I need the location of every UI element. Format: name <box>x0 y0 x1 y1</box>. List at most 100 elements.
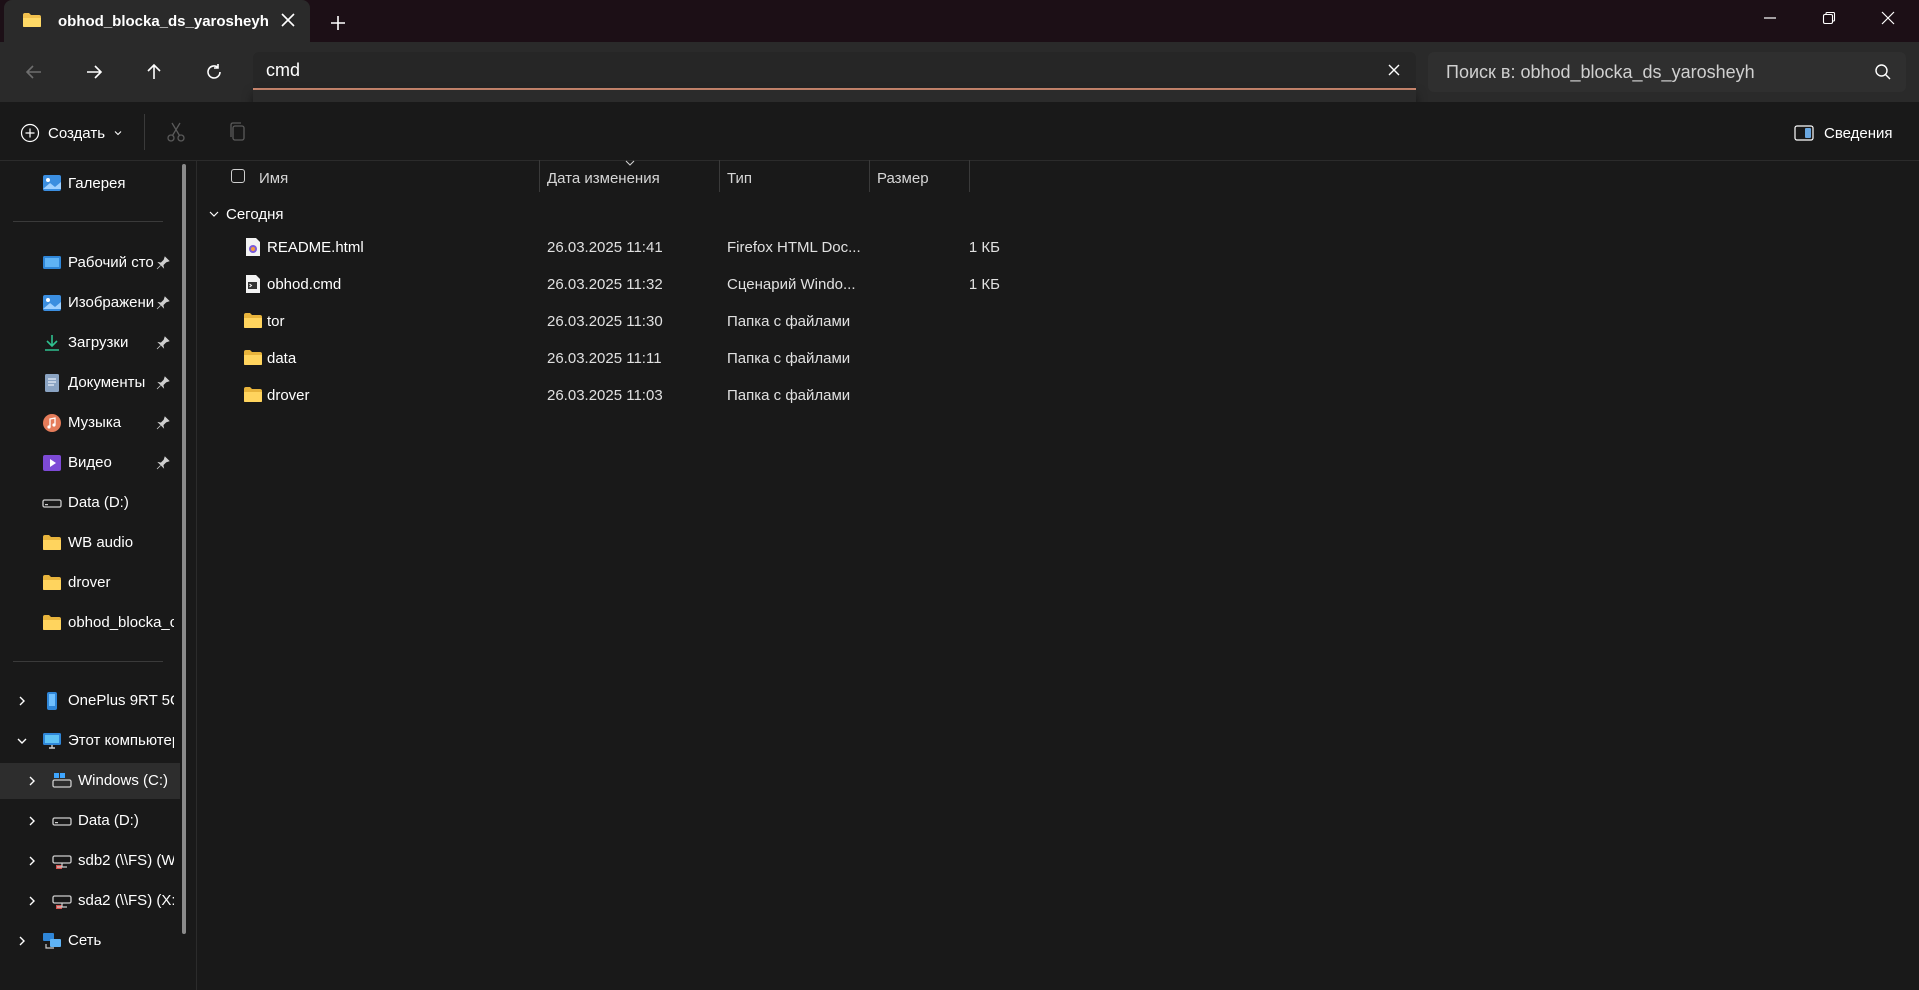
restore-icon <box>1822 11 1836 25</box>
sidebar-item[interactable]: Документы <box>0 365 180 401</box>
column-header-type[interactable]: Тип <box>727 165 752 191</box>
sidebar-item[interactable]: Этот компьютер <box>0 723 180 759</box>
select-all-checkbox[interactable] <box>231 169 245 183</box>
column-type-label: Тип <box>727 169 753 187</box>
folder-icon <box>244 313 262 328</box>
folder-icon <box>244 387 262 402</box>
chevron-right-icon[interactable] <box>15 934 29 948</box>
download-icon <box>45 335 59 351</box>
close-window-button[interactable] <box>1858 0 1918 36</box>
column-separator[interactable] <box>719 160 720 192</box>
sidebar-item-label: Data (D:) <box>78 812 139 829</box>
file-row[interactable]: data 26.03.2025 11:11 Папка с файлами <box>240 340 970 377</box>
file-type: Firefox HTML Doc... <box>727 239 861 256</box>
pane-divider <box>196 161 197 990</box>
command-bar <box>0 102 1919 161</box>
create-label: Создать <box>48 124 106 142</box>
pin-icon[interactable] <box>156 296 170 310</box>
sidebar-item-label: sdb2 (\\FS) (W <box>78 852 174 869</box>
file-date: 26.03.2025 11:11 <box>547 350 662 367</box>
column-separator[interactable] <box>539 160 540 192</box>
tab-title: obhod_blocka_ds_yarosheyh <box>58 13 269 30</box>
close-tab-icon[interactable] <box>278 10 298 30</box>
address-bar[interactable]: cmd <box>253 52 1416 90</box>
pin-icon[interactable] <box>156 376 170 390</box>
sidebar-item[interactable]: Загрузки <box>0 325 180 361</box>
file-row[interactable]: obhod.cmd 26.03.2025 11:32 Сценарий Windo.… <box>240 266 1000 303</box>
chevron-right-icon[interactable] <box>25 814 39 828</box>
sidebar-item[interactable]: sda2 (\\FS) (X:) <box>0 883 180 919</box>
gallery-icon <box>43 175 61 191</box>
chevron-right-icon[interactable] <box>15 694 29 708</box>
chevron-right-icon[interactable] <box>25 774 39 788</box>
file-row[interactable]: tor 26.03.2025 11:30 Папка с файлами <box>240 303 970 340</box>
sidebar-item[interactable]: Изображени <box>0 285 180 321</box>
column-name-label: Имя <box>259 169 289 187</box>
sidebar-item[interactable]: Windows (C:) <box>0 763 180 799</box>
video-icon <box>43 455 61 471</box>
arrow-up-icon <box>147 63 161 79</box>
sidebar-item[interactable]: Data (D:) <box>0 485 180 521</box>
group-header-today[interactable]: Сегодня <box>208 204 284 224</box>
search-input[interactable]: Поиск в: obhod_blocka_ds_yarosheyh <box>1446 62 1755 83</box>
clear-icon[interactable] <box>1386 62 1402 78</box>
sidebar-item[interactable]: Рабочий сто <box>0 245 180 281</box>
music-icon <box>43 414 61 432</box>
file-name: drover <box>267 387 310 404</box>
sidebar-item[interactable]: Музыка <box>0 405 180 441</box>
column-header-size[interactable]: Размер <box>877 165 929 191</box>
sidebar-item[interactable]: Видео <box>0 445 180 481</box>
sidebar-item[interactable]: sdb2 (\\FS) (W <box>0 843 180 879</box>
cut-icon[interactable] <box>165 121 187 143</box>
folder-icon <box>244 350 262 365</box>
address-input[interactable]: cmd <box>266 60 300 81</box>
file-size: 1 КБ <box>968 276 1000 293</box>
minimize-button[interactable] <box>1740 0 1800 36</box>
file-name: tor <box>267 313 285 330</box>
chevron-down-icon[interactable] <box>15 734 29 748</box>
sidebar-item-label: Галерея <box>68 174 126 192</box>
column-header-date[interactable]: Дата изменения <box>547 165 660 191</box>
pin-icon[interactable] <box>156 256 170 270</box>
file-name: data <box>267 350 297 367</box>
file-type: Папка с файлами <box>727 387 851 404</box>
create-button[interactable]: Создать <box>20 120 123 146</box>
refresh-button[interactable] <box>199 57 229 87</box>
file-type: Сценарий Windo... <box>727 276 856 293</box>
new-tab-button[interactable] <box>326 11 350 35</box>
copy-icon[interactable] <box>228 121 248 143</box>
sidebar-item[interactable]: OnePlus 9RT 5G <box>0 683 180 719</box>
pin-icon[interactable] <box>156 416 170 430</box>
sidebar-item[interactable]: obhod_blocka_c <box>0 605 180 641</box>
file-type: Папка с файлами <box>727 313 851 330</box>
sidebar-item[interactable]: drover <box>0 565 180 601</box>
tab-active[interactable]: obhod_blocka_ds_yarosheyh <box>4 0 310 44</box>
up-button[interactable] <box>139 57 169 87</box>
column-header-name[interactable]: Имя <box>259 165 288 191</box>
file-row[interactable]: README.html 26.03.2025 11:41 Firefox HTML … <box>240 229 1000 266</box>
folder-icon <box>23 13 41 27</box>
sidebar-item[interactable]: Сеть <box>0 923 180 959</box>
group-label: Сегодня <box>226 205 284 223</box>
chevron-right-icon[interactable] <box>25 894 39 908</box>
file-row[interactable]: drover 26.03.2025 11:03 Папка с файлами <box>240 377 970 414</box>
pin-icon[interactable] <box>156 336 170 350</box>
sidebar-scrollbar[interactable] <box>182 164 186 934</box>
back-button[interactable] <box>19 57 49 87</box>
file-size: 1 КБ <box>968 239 1000 256</box>
computer-icon <box>43 733 61 749</box>
chevron-right-icon[interactable] <box>25 854 39 868</box>
column-separator[interactable] <box>969 160 970 192</box>
column-separator[interactable] <box>869 160 870 192</box>
sidebar-item-gallery[interactable]: Галерея <box>0 165 180 201</box>
folder-icon <box>43 575 61 590</box>
restore-button[interactable] <box>1799 0 1859 36</box>
search-box[interactable]: Поиск в: obhod_blocka_ds_yarosheyh <box>1428 52 1906 92</box>
details-button[interactable]: Сведения <box>1794 122 1893 144</box>
drive-icon <box>52 817 72 826</box>
sidebar-item[interactable]: WB audio <box>0 525 180 561</box>
sidebar-item[interactable]: Data (D:) <box>0 803 180 839</box>
pin-icon[interactable] <box>156 456 170 470</box>
forward-button[interactable] <box>79 57 109 87</box>
details-label: Сведения <box>1824 124 1893 142</box>
